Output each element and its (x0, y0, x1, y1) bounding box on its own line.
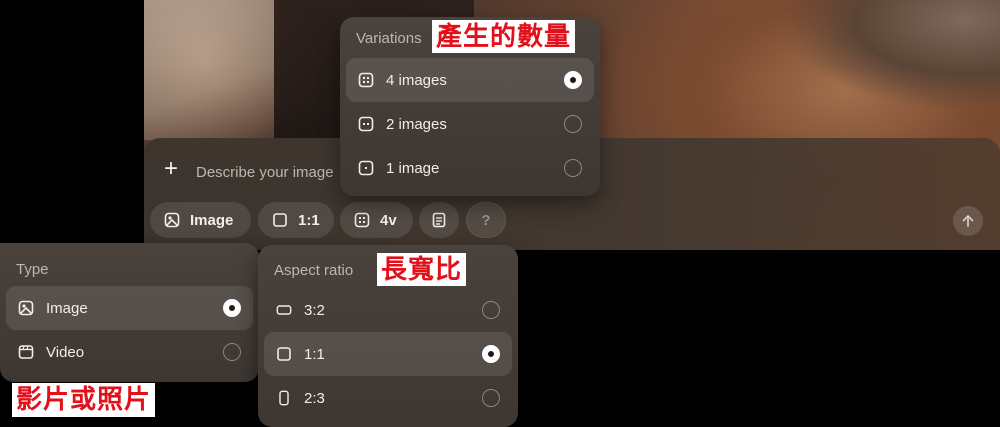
aspect-option-label: 1:1 (304, 345, 325, 363)
radio-unselected[interactable] (223, 343, 241, 361)
aspect-ratio-button-label: 1:1 (298, 211, 320, 229)
type-option-label: Video (46, 343, 85, 361)
type-button-label: Image (190, 211, 234, 229)
variation-option-4[interactable]: 4 images (346, 58, 594, 102)
variation-option-1[interactable]: 1 image (346, 146, 594, 190)
plus-icon[interactable]: + (160, 157, 182, 181)
help-button[interactable]: ? (466, 202, 506, 238)
aspect-option-label: 3:2 (304, 301, 325, 319)
radio-selected[interactable] (564, 71, 582, 89)
type-menu: Type Image Video (0, 243, 259, 382)
variations-button-label: 4v (380, 211, 397, 229)
type-button[interactable]: Image (150, 202, 251, 238)
image-icon (18, 300, 34, 316)
radio-unselected[interactable] (564, 159, 582, 177)
square-icon (277, 347, 291, 361)
grid-four-icon (358, 72, 374, 88)
aspect-option-1-1[interactable]: 1:1 (264, 332, 512, 376)
radio-unselected[interactable] (564, 115, 582, 133)
grid-icon (354, 212, 370, 228)
help-icon: ? (481, 211, 491, 229)
video-icon (18, 345, 34, 359)
prompt-input[interactable] (196, 160, 356, 184)
aspect-option-3-2[interactable]: 3:2 (264, 288, 512, 332)
document-icon (432, 212, 446, 228)
type-menu-title: Type (16, 261, 49, 278)
aspect-option-2-3[interactable]: 2:3 (264, 376, 512, 420)
grid-one-icon (358, 160, 374, 176)
aspect-ratio-menu-title: Aspect ratio (274, 262, 354, 279)
variations-annotation: 產生的數量 (432, 20, 576, 53)
type-option-label: Image (46, 299, 88, 317)
variations-button[interactable]: 4v (340, 202, 413, 238)
landscape-icon (276, 305, 292, 315)
prompt-guide-button[interactable] (419, 202, 459, 238)
arrow-up-icon (962, 215, 974, 227)
type-annotation: 影片或照片 (12, 383, 156, 417)
variation-option-label: 2 images (386, 115, 447, 133)
aspect-ratio-button[interactable]: 1:1 (258, 202, 334, 238)
aspect-ratio-annotation: 長寬比 (377, 253, 467, 286)
send-button[interactable] (953, 206, 983, 236)
variation-option-label: 1 image (386, 159, 440, 177)
variation-option-2[interactable]: 2 images (346, 102, 594, 146)
photo-region-left (144, 0, 274, 140)
square-icon (273, 213, 287, 227)
type-option-video[interactable]: Video (6, 330, 253, 374)
radio-selected[interactable] (482, 345, 500, 363)
radio-selected[interactable] (223, 299, 241, 317)
image-icon (164, 212, 180, 228)
type-option-image[interactable]: Image (6, 286, 253, 330)
radio-unselected[interactable] (482, 301, 500, 319)
variation-option-label: 4 images (386, 71, 447, 89)
grid-two-icon (358, 116, 374, 132)
portrait-icon (279, 390, 289, 406)
aspect-option-label: 2:3 (304, 389, 325, 407)
variations-menu-title: Variations (356, 30, 422, 47)
radio-unselected[interactable] (482, 389, 500, 407)
